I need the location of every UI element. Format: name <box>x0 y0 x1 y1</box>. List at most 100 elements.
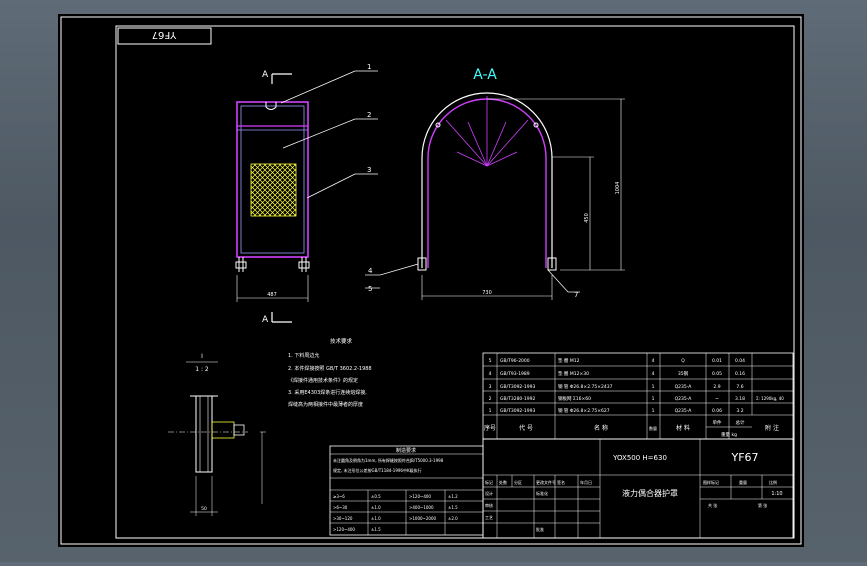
bom-cell: 1 <box>652 384 655 390</box>
tol-title: 制造要求 <box>396 447 416 454</box>
bom-cell: 35钢 <box>678 370 689 377</box>
tol-cell: ±1.2 <box>448 494 458 499</box>
part-name: 液力偶合器护罩 <box>622 488 678 498</box>
bom-cell: 1 <box>652 396 655 402</box>
bom-note: Σ: 1290kg, 40 <box>756 396 784 401</box>
tol-cell: >400~1000 <box>409 505 434 510</box>
bom-cell: 钢 管 Φ26.8×2.75×627 <box>558 407 610 414</box>
bom-header: 总计 <box>736 419 745 426</box>
bom-cell: 0.01 <box>712 358 722 364</box>
balloon-2: 2 <box>367 111 371 119</box>
tb-label: 分区 <box>514 479 522 485</box>
tol-cell: >120~400 <box>333 527 355 532</box>
tech-item-4: 3. 采用E4303焊条进行连续熔焊接, <box>288 389 367 396</box>
tech-item-3: 《焊接件通用技术条件》的规定 <box>288 377 358 384</box>
bom-cell: 5 <box>489 358 492 364</box>
tol-cell: >1000~2000 <box>409 516 437 521</box>
bom-cell: 7.6 <box>736 384 743 390</box>
tech-item-2: 2. 本件焊接按照 GB/T 3602.2-1988 <box>288 365 372 372</box>
drawing-scale: 1:10 <box>771 491 782 497</box>
tol-cell: ±0.5 <box>371 494 381 499</box>
tb-label: 比例 <box>769 479 777 485</box>
detail-label: I <box>201 353 203 360</box>
tb-label: 审核 <box>485 502 493 508</box>
balloon-7: 7 <box>574 291 578 299</box>
bom-cell: Q235-A <box>675 384 693 390</box>
bom-cell: 3 <box>489 384 492 390</box>
arch-height-value: 1004 <box>615 182 621 195</box>
tech-item-1: 1. 下料周边允 <box>288 352 319 359</box>
bom-cell: 3.18 <box>735 396 745 402</box>
tol-line-2: 规定, 未注形位公差按GB/T1184-1996中K级执行 <box>333 467 422 473</box>
detail-dim-value: 50 <box>201 506 207 512</box>
bom-cell: 4 <box>652 358 655 364</box>
tol-cell: >120~400 <box>409 494 431 499</box>
balloon-5: 5 <box>368 285 372 293</box>
tb-label: 共 张 <box>708 502 717 508</box>
model-code: YOX500 H=630 <box>612 454 667 462</box>
drawing-sheet <box>58 14 804 547</box>
balloon-3: 3 <box>367 166 371 174</box>
bom-cell: 0.06 <box>712 408 722 414</box>
stamp-code: YF67 <box>152 29 178 40</box>
inner-height-value: 450 <box>584 213 590 223</box>
tol-cell: >6~30 <box>333 505 348 510</box>
bom-cell: Q235-A <box>675 396 693 402</box>
front-width-value: 487 <box>267 292 277 298</box>
bom-cell: 0.05 <box>712 371 722 377</box>
bom-cell: 2 <box>489 396 492 402</box>
bom-cell: GB/T93-1989 <box>500 371 530 377</box>
tb-label: 签名 <box>557 479 565 485</box>
mesh-panel <box>250 163 297 217</box>
section-letter-top: A <box>262 70 269 80</box>
bom-header: 附 注 <box>765 424 779 432</box>
tol-cell: >30~120 <box>333 516 353 521</box>
bom-cell: 0.16 <box>735 371 745 377</box>
cad-viewport: YF67 A A 487 1 2 3 4 5 7 A-A 730 1004 45… <box>0 0 867 562</box>
arch-span-value: 730 <box>482 290 492 296</box>
bom-cell: 1 <box>652 408 655 414</box>
tol-cell: ±1.5 <box>448 505 458 510</box>
bom-cell: 1 <box>489 408 492 414</box>
tol-cell: ±1.5 <box>371 527 381 532</box>
bom-header: 单件 <box>713 419 722 426</box>
tol-cell: ≥3~6 <box>333 494 345 499</box>
tb-label: 更改文件号 <box>536 479 556 485</box>
bom-header: 代 号 <box>519 424 533 432</box>
balloon-4: 4 <box>368 267 373 275</box>
bom-cell: ~ <box>715 397 719 402</box>
tb-label: 图样标记 <box>703 479 719 485</box>
bom-cell: GB/T96-2000 <box>500 358 530 364</box>
bom-cell: GB/T3280-1992 <box>500 396 536 402</box>
bom-cell: 4 <box>489 371 492 377</box>
bom-cell: 垫 圈 M12 <box>558 357 580 364</box>
tb-label: 标准化 <box>536 490 548 496</box>
tb-label: 工艺 <box>485 515 493 520</box>
tol-cell: ±1.0 <box>371 505 381 510</box>
tech-title: 技术要求 <box>330 337 353 345</box>
bom-header: 名 称 <box>594 424 608 432</box>
bom-cell: 4 <box>652 371 655 377</box>
tb-label: 批准 <box>536 526 544 532</box>
bom-cell: 3.2 <box>736 408 743 414</box>
tol-line-1: 未注圆角及倒角为1mm, 所有焊缝按照符合JB/T5000.3-1998 <box>333 457 444 463</box>
tb-label: 第 张 <box>758 502 767 508</box>
tb-label: 年月日 <box>580 479 592 485</box>
bom-header: 序号 <box>484 424 496 432</box>
bom-header: 数量 <box>649 425 657 431</box>
bom-cell: Q235-A <box>675 408 693 414</box>
bom-cell: 2.9 <box>713 384 720 390</box>
bom-cell: GB/T3092-1993 <box>500 408 536 414</box>
bom-cell: 钢 管 Φ26.8×2.75×2437 <box>558 383 613 390</box>
tol-cell: ±1.0 <box>371 516 381 521</box>
tb-label: 处数 <box>499 479 507 485</box>
bom-weight-label: 重量 kg <box>721 431 737 438</box>
drawing-code: YF67 <box>730 451 758 464</box>
tech-item-5: 焊缝高为两相接件中最薄者的厚度 <box>288 401 363 408</box>
bom-header: 材 料 <box>676 424 690 432</box>
tb-label: 重量 <box>739 479 747 485</box>
bom-cell: GB/T3092-1993 <box>500 384 536 390</box>
balloon-1: 1 <box>367 63 371 71</box>
bom-cell: Q <box>681 358 685 364</box>
tb-label: 设计 <box>485 490 493 496</box>
